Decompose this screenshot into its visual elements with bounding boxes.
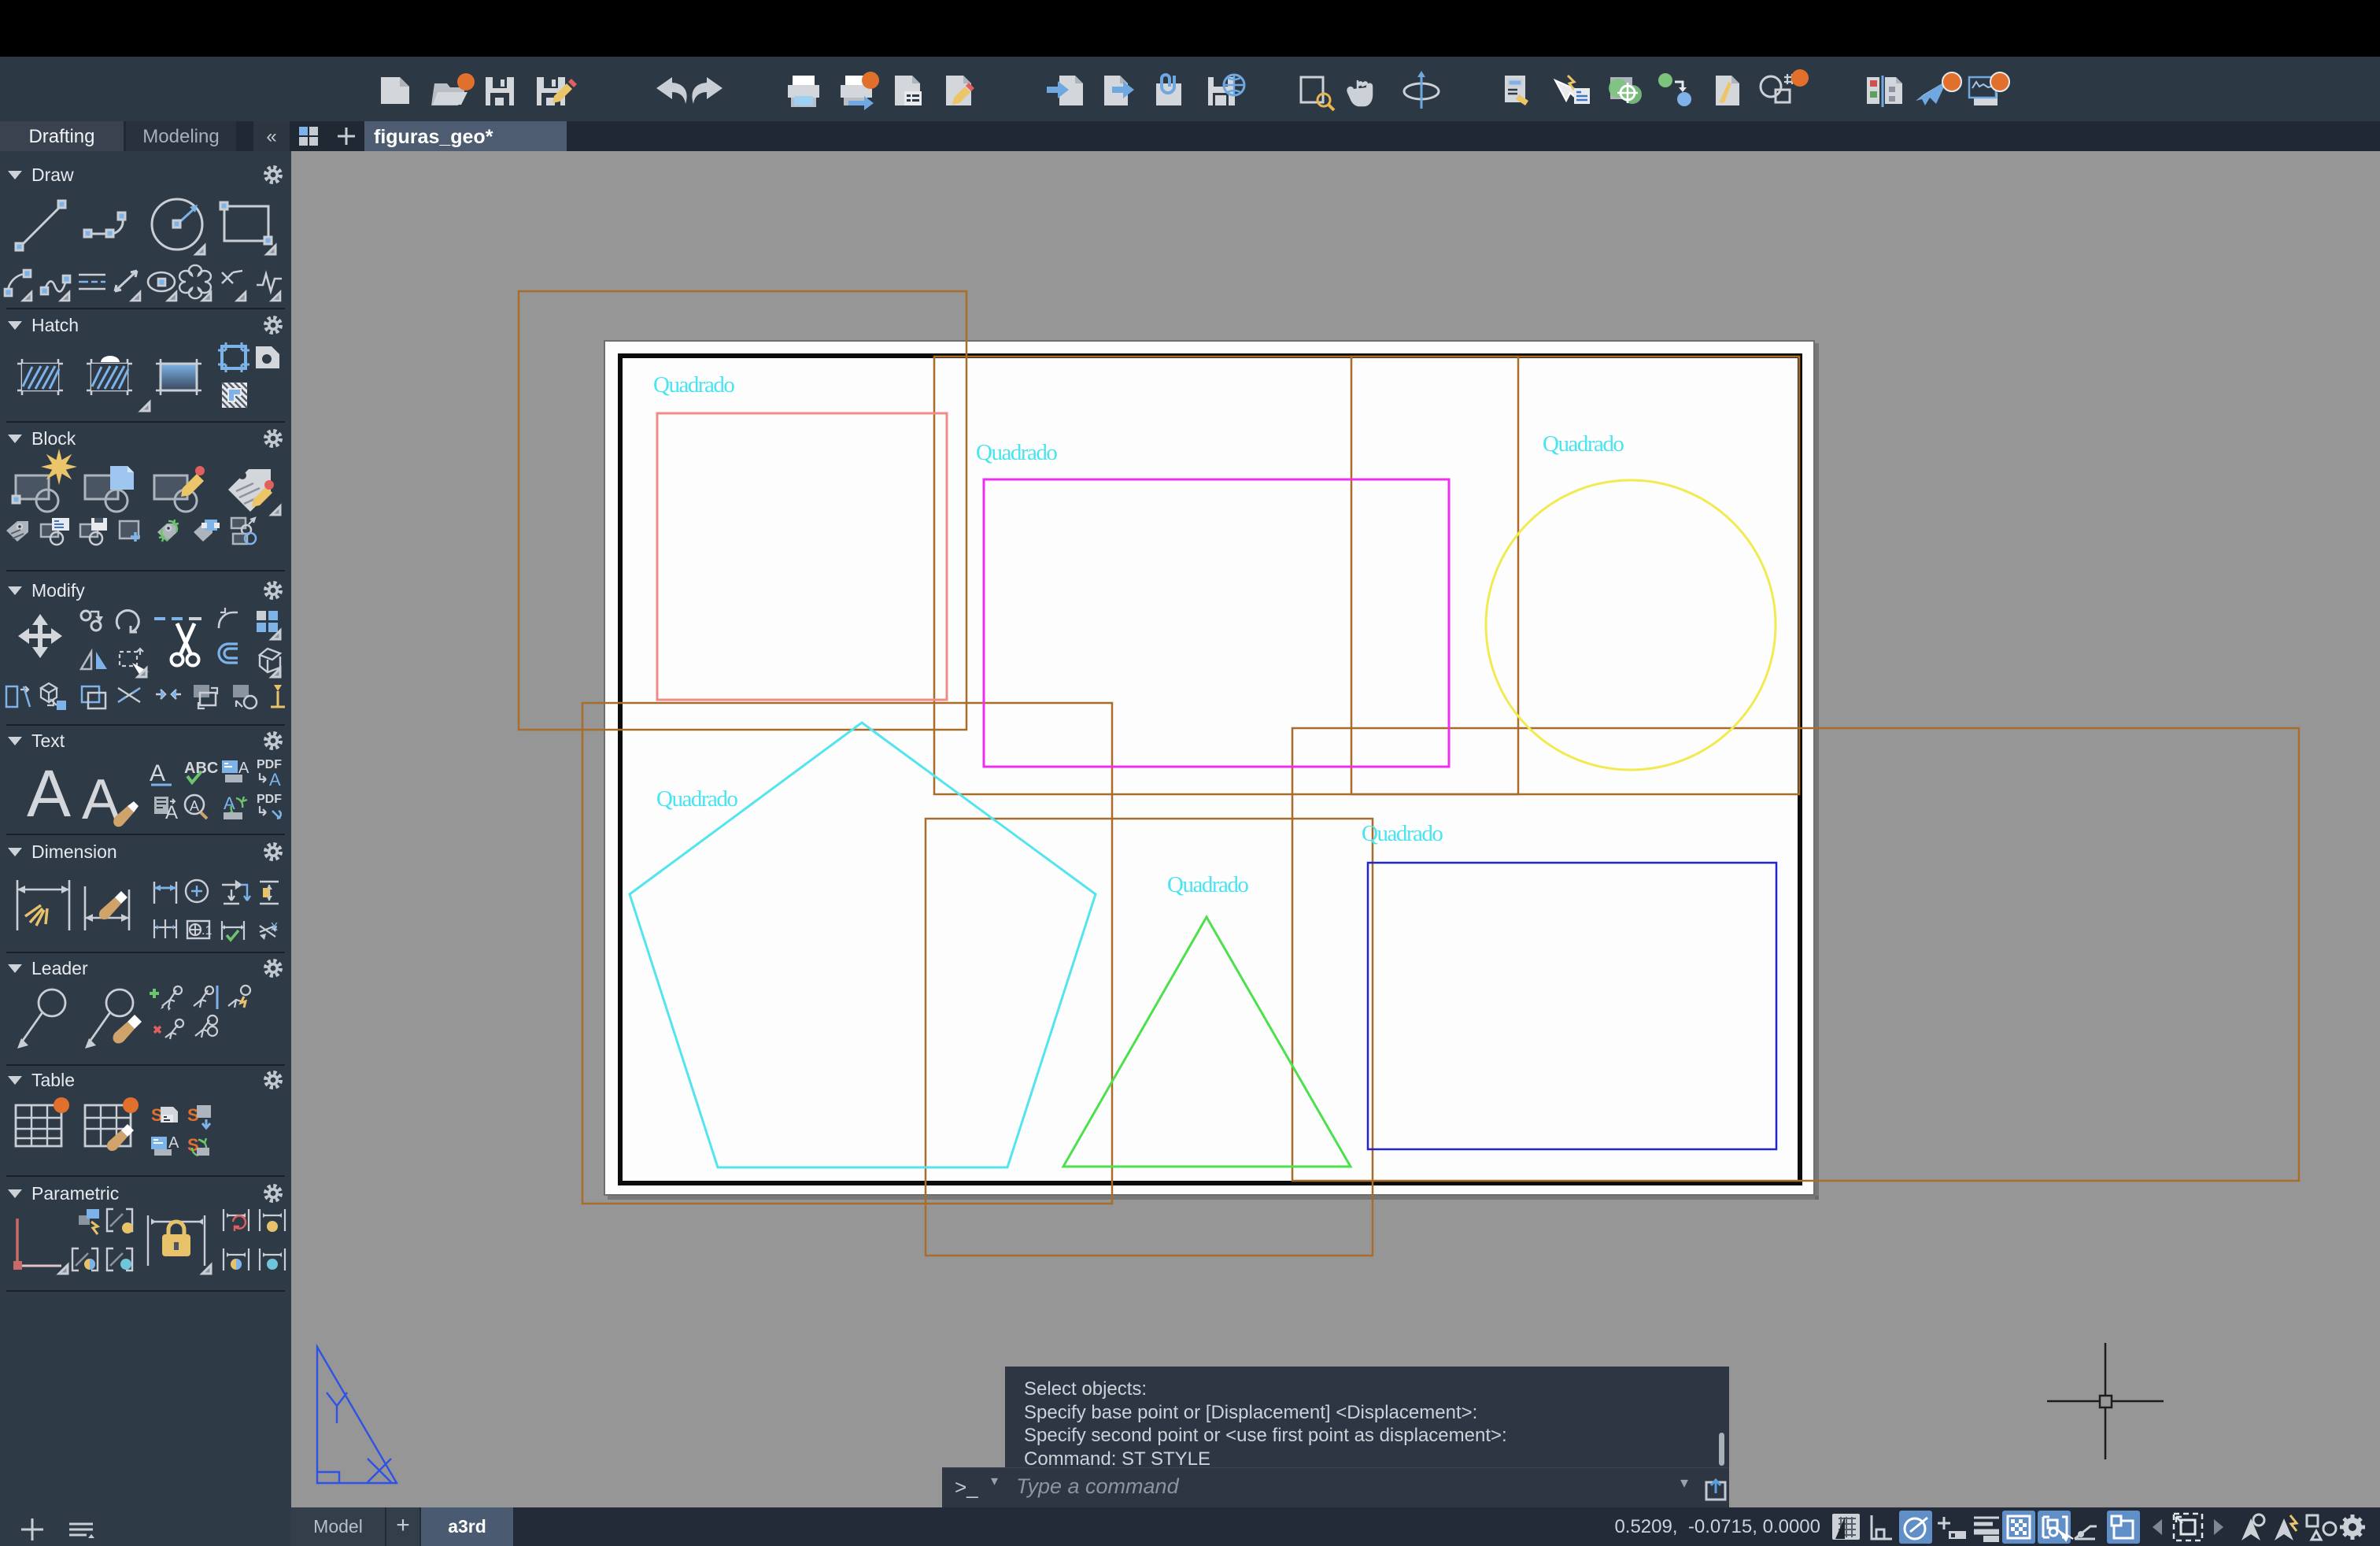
svg-text:PDF: PDF xyxy=(257,793,282,806)
svg-text:A: A xyxy=(224,793,235,813)
svg-text:A: A xyxy=(150,760,165,786)
svg-text:A: A xyxy=(165,802,178,823)
svg-text:A: A xyxy=(168,1134,179,1152)
svg-text:A: A xyxy=(190,798,199,814)
svg-text:x: x xyxy=(271,918,278,934)
svg-text:A: A xyxy=(269,770,281,790)
svg-text:A: A xyxy=(27,756,71,830)
svg-text:.1: .1 xyxy=(201,924,212,938)
svg-text:ABC: ABC xyxy=(184,760,218,777)
svg-text:A: A xyxy=(238,760,249,777)
